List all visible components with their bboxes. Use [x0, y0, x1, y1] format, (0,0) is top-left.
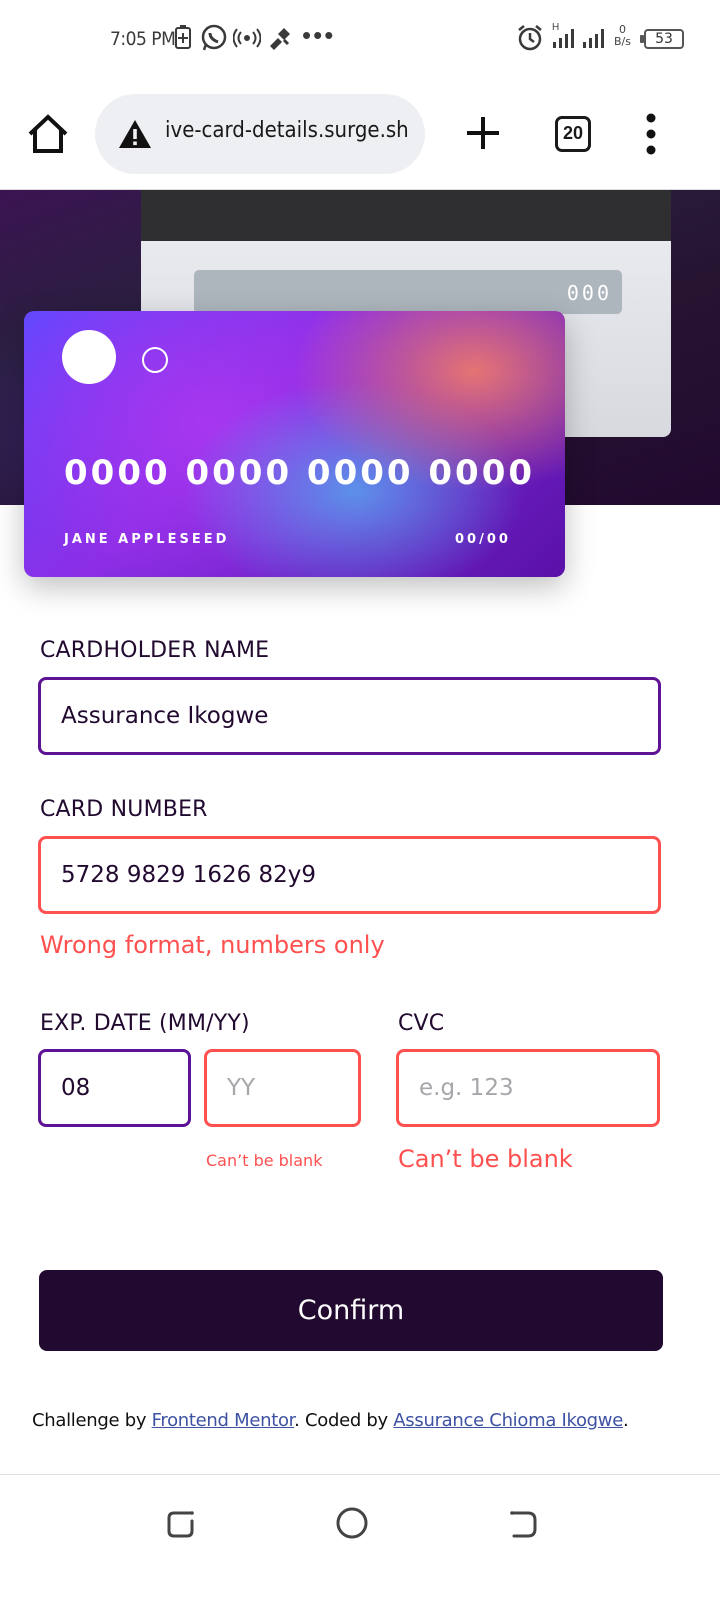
back-nav-icon[interactable] [502, 1503, 542, 1543]
system-nav-bar [0, 1474, 720, 1600]
card-logo-circle-filled [62, 330, 116, 384]
cvc-error: Can’t be blank [398, 1145, 573, 1173]
exp-date-error: Can’t be blank [206, 1151, 323, 1170]
card-number-error: Wrong format, numbers only [40, 931, 385, 959]
attribution-prefix: Challenge by [32, 1410, 152, 1431]
cvc-placeholder: e.g. 123 [419, 1075, 514, 1101]
signal-icon-2 [583, 29, 604, 48]
exp-year-placeholder: YY [227, 1075, 256, 1101]
recent-apps-icon[interactable] [162, 1503, 202, 1543]
status-bar: 7:05 PM ••• H 0 B/s 53 [0, 0, 720, 78]
url-text[interactable]: ive-card-details.surge.sh [165, 118, 413, 143]
cvc-label: CVC [398, 1011, 445, 1036]
home-icon[interactable] [26, 112, 70, 156]
overflow-menu-icon[interactable] [638, 112, 664, 156]
exp-date-label: EXP. DATE (MM/YY) [40, 1011, 250, 1036]
whatsapp-icon [201, 24, 227, 51]
attribution: Challenge by Frontend Mentor. Coded by A… [32, 1410, 692, 1431]
card-holder-display: JANE APPLESEED [64, 532, 230, 547]
exp-year-input[interactable]: YY [204, 1049, 361, 1127]
battery-icon: 53 [644, 29, 684, 49]
card-number-input[interactable]: 5728 9829 1626 82y9 [38, 836, 661, 914]
not-secure-warning-icon[interactable] [117, 118, 153, 150]
net-speed: 0 B/s [614, 23, 631, 48]
cardholder-name-value: Assurance Ikogwe [61, 703, 269, 729]
battery-saver-icon [175, 25, 191, 49]
card-expiry-display: 00/00 [455, 532, 511, 547]
frontend-mentor-link[interactable]: Frontend Mentor [152, 1410, 295, 1431]
home-nav-icon[interactable] [332, 1503, 372, 1543]
status-time: 7:05 PM [110, 28, 176, 50]
confirm-button[interactable]: Confirm [39, 1270, 663, 1351]
attribution-suffix: . [623, 1410, 629, 1431]
cardholder-name-input[interactable]: Assurance Ikogwe [38, 677, 661, 755]
card-number-value: 5728 9829 1626 82y9 [61, 862, 317, 888]
address-bar[interactable]: ive-card-details.surge.sh [95, 94, 425, 174]
new-tab-icon[interactable] [462, 112, 504, 154]
browser-toolbar: ive-card-details.surge.sh 20 [0, 78, 720, 190]
magnetic-stripe [141, 190, 671, 241]
card-front: 0000 0000 0000 0000 JANE APPLESEED 00/00 [24, 311, 565, 577]
signal-icon-1 [553, 29, 574, 48]
exp-month-input[interactable]: 08 [38, 1049, 191, 1127]
card-logo-circle-outline [142, 347, 168, 373]
exp-month-value: 08 [61, 1075, 91, 1101]
plugin-icon [270, 28, 290, 50]
attribution-middle: . Coded by [294, 1410, 394, 1431]
alarm-icon [518, 25, 542, 51]
author-link[interactable]: Assurance Chioma Ikogwe [393, 1410, 623, 1431]
tab-switcher-button[interactable]: 20 [555, 116, 591, 152]
card-back-cvc: 000 [566, 281, 612, 305]
card-number-label: CARD NUMBER [40, 797, 208, 822]
cvc-input[interactable]: e.g. 123 [396, 1049, 660, 1127]
signature-strip: 000 [194, 270, 622, 314]
hotspot-icon [233, 28, 261, 48]
cardholder-label: CARDHOLDER NAME [40, 638, 270, 663]
more-notifications-icon: ••• [302, 20, 336, 50]
card-number-display: 0000 0000 0000 0000 [64, 453, 536, 493]
